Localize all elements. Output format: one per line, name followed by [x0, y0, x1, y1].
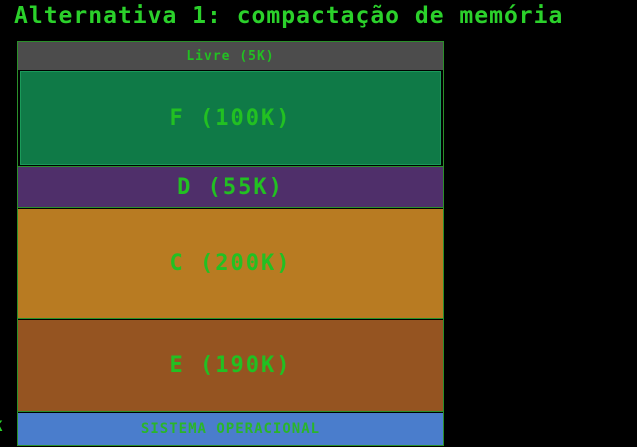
edge-size-label: K: [0, 419, 2, 435]
memory-block-free: Livre (5K): [18, 42, 443, 70]
memory-block-operating-system: SISTEMA OPERACIONAL: [18, 413, 443, 445]
memory-map: Livre (5K) F (100K) D (55K) C (200K) E (…: [17, 41, 444, 446]
diagram-title: Alternativa 1: compactação de memória: [14, 3, 564, 29]
memory-block-c: C (200K): [18, 209, 443, 319]
diagram-canvas: Alternativa 1: compactação de memória Li…: [0, 0, 637, 447]
memory-block-d: D (55K): [18, 166, 443, 208]
memory-block-e: E (190K): [18, 320, 443, 412]
memory-block-f: F (100K): [20, 71, 441, 165]
